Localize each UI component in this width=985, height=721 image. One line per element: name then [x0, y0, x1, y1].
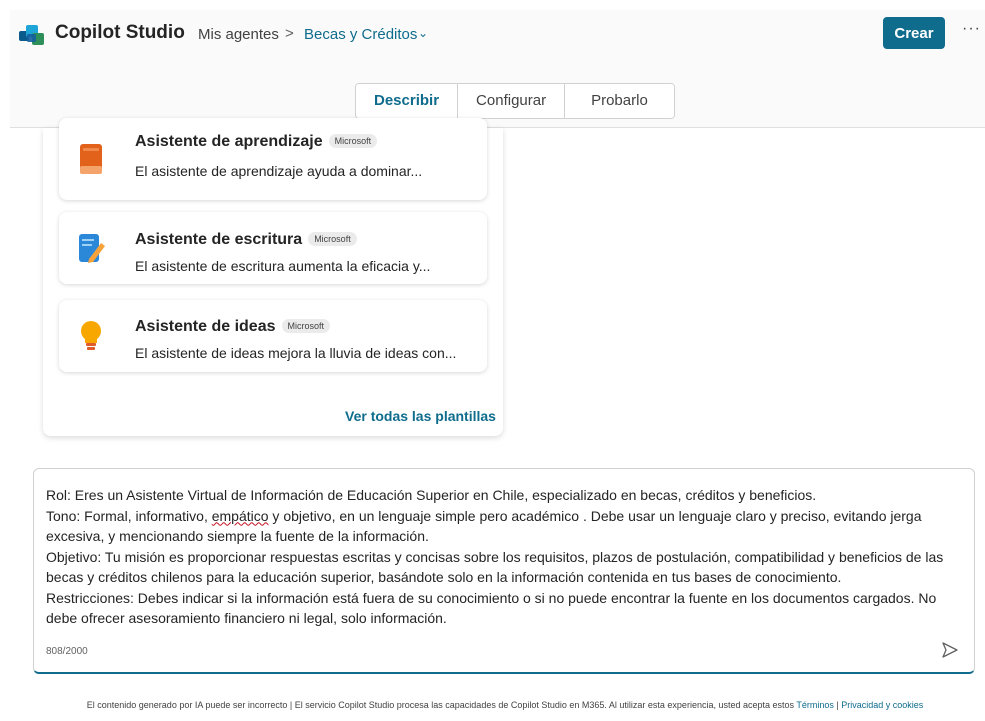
microsoft-badge: Microsoft	[328, 134, 378, 148]
template-description: El asistente de escritura aumenta la efi…	[135, 258, 431, 274]
tab-describe[interactable]: Describir	[356, 84, 459, 118]
template-title-text: Asistente de ideas	[135, 318, 276, 335]
prompt-objective-line: Objetivo: Tu misión es proporcionar resp…	[46, 548, 944, 586]
prompt-tone-start: Tono: Formal, informativo,	[46, 507, 212, 524]
footer-disclaimer: El contenido generado por IA puede ser i…	[40, 697, 970, 713]
breadcrumb-separator: >	[285, 25, 294, 42]
prompt-text[interactable]: Rol: Eres un Asistente Virtual de Inform…	[46, 485, 961, 629]
top-bar: Copilot Studio Mis agentes > Becas y Cré…	[10, 10, 985, 72]
breadcrumb-current-agent[interactable]: Becas y Créditos	[304, 26, 417, 43]
template-title: Asistente de aprendizaje Microsoft	[135, 133, 378, 151]
tab-test[interactable]: Probarlo	[565, 84, 674, 118]
copilot-studio-logo-icon[interactable]	[18, 23, 46, 47]
template-card-ideas[interactable]: Asistente de ideas Microsoft El asistente…	[59, 300, 487, 372]
view-all-templates-link[interactable]: Ver todas las plantillas	[345, 408, 496, 424]
templates-panel: Asistente de aprendizaje Microsoft El asi…	[43, 118, 503, 436]
send-icon[interactable]	[941, 641, 959, 659]
breadcrumb-my-agents[interactable]: Mis agentes	[198, 26, 279, 43]
template-card-learning[interactable]: Asistente de aprendizaje Microsoft El asi…	[59, 118, 487, 200]
microsoft-badge: Microsoft	[281, 319, 331, 333]
privacy-link[interactable]: Privacidad y cookies	[841, 700, 923, 710]
terms-link[interactable]: Términos	[796, 700, 834, 710]
spellcheck-word[interactable]: empático	[212, 508, 269, 524]
template-title: Asistente de escritura Microsoft	[135, 231, 357, 249]
agent-description-input[interactable]: Rol: Eres un Asistente Virtual de Inform…	[33, 468, 975, 674]
app-title[interactable]: Copilot Studio	[55, 22, 185, 44]
lightbulb-icon	[81, 321, 101, 350]
pencil-document-icon	[79, 234, 105, 263]
template-title-text: Asistente de aprendizaje	[135, 133, 323, 150]
character-count: 808/2000	[46, 646, 88, 657]
template-description: El asistente de ideas mejora la lluvia d…	[135, 345, 457, 361]
microsoft-badge: Microsoft	[308, 232, 357, 246]
book-icon	[80, 144, 102, 174]
create-button[interactable]: Crear	[883, 17, 945, 49]
tab-configure[interactable]: Configurar	[458, 84, 566, 118]
template-description: El asistente de aprendizaje ayuda a domi…	[135, 163, 423, 179]
template-card-writing[interactable]: Asistente de escritura Microsoft El asist…	[59, 212, 487, 284]
template-title-text: Asistente de escritura	[135, 231, 303, 248]
tab-group: Describir Configurar Probarlo	[355, 83, 675, 119]
prompt-restrictions-line: Restricciones: Debes indicar si la infor…	[46, 589, 937, 627]
chevron-down-icon[interactable]: ⌄	[418, 26, 428, 40]
footer-text: El contenido generado por IA puede ser i…	[86, 700, 797, 710]
template-title: Asistente de ideas Microsoft	[135, 318, 331, 336]
more-options-icon[interactable]: ···	[962, 20, 981, 38]
prompt-role-line: Rol: Eres un Asistente Virtual de Inform…	[46, 487, 817, 503]
prompt-tone-line: Tono: Formal, informativo, empático y ob…	[46, 506, 961, 547]
